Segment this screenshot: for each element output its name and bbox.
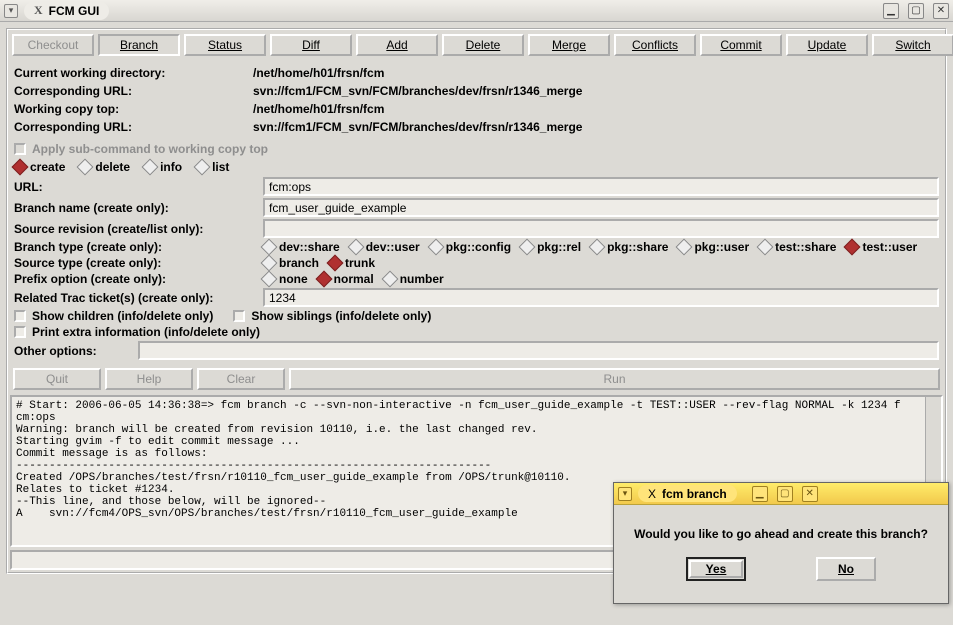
dialog-menu-button[interactable]: ▾ (618, 487, 632, 501)
show-children-label: Show children (info/delete only) (32, 309, 213, 323)
mode-info-radio[interactable] (142, 159, 159, 176)
mode-delete-radio[interactable] (77, 159, 94, 176)
clear-button[interactable]: Clear (197, 368, 285, 390)
bname-label: Branch name (create only): (14, 201, 259, 215)
stype-trunk-radio[interactable] (327, 255, 344, 272)
add-button[interactable]: Add (356, 34, 438, 56)
commit-button[interactable]: Commit (700, 34, 782, 56)
prefix-number-radio[interactable] (381, 271, 398, 288)
url-label: URL: (14, 180, 259, 194)
btype-pkg-user-radio[interactable] (676, 239, 693, 256)
btype-label: Branch type (create only): (14, 240, 259, 254)
info-block: Current working directory:/net/home/h01/… (10, 62, 943, 140)
srcrev-input[interactable] (263, 219, 939, 238)
prefix-none-radio[interactable] (261, 271, 278, 288)
dialog-minimize-button[interactable]: ▁ (752, 486, 768, 502)
window-title: FCM GUI (49, 4, 100, 18)
btype-test-user-radio[interactable] (844, 239, 861, 256)
conflicts-button[interactable]: Conflicts (614, 34, 696, 56)
dialog-title: fcm branch (662, 487, 727, 501)
dialog-no-button[interactable]: No (816, 557, 876, 581)
other-label: Other options: (14, 344, 134, 358)
ticket-label: Related Trac ticket(s) (create only): (14, 291, 259, 305)
run-button[interactable]: Run (289, 368, 940, 390)
btype-test-share-radio[interactable] (757, 239, 774, 256)
checkout-button[interactable]: Checkout (12, 34, 94, 56)
mode-info-label: info (160, 160, 182, 174)
stype-branch-radio[interactable] (261, 255, 278, 272)
window-menu-button[interactable]: ▾ (4, 4, 18, 18)
dialog-maximize-button[interactable]: ▢ (777, 486, 793, 502)
btype-pkg-config-radio[interactable] (427, 239, 444, 256)
wct-value: /net/home/h01/frsn/fcm (253, 100, 384, 118)
dialog-close-button[interactable]: ✕ (802, 486, 818, 502)
url2-value: svn://fcm1/FCM_svn/FCM/branches/dev/frsn… (253, 118, 582, 136)
dialog-titlebar: ▾ X fcm branch ▁ ▢ ✕ (614, 483, 948, 505)
command-toolbar: Checkout Branch Status Diff Add Delete M… (10, 32, 943, 58)
mode-create-radio[interactable] (12, 159, 29, 176)
prefix-normal-radio[interactable] (315, 271, 332, 288)
cwd-value: /net/home/h01/frsn/fcm (253, 64, 384, 82)
confirm-dialog: ▾ X fcm branch ▁ ▢ ✕ Would you like to g… (613, 482, 949, 604)
mode-list-radio[interactable] (194, 159, 211, 176)
update-button[interactable]: Update (786, 34, 868, 56)
close-button[interactable]: ✕ (933, 3, 949, 19)
url1-value: svn://fcm1/FCM_svn/FCM/branches/dev/frsn… (253, 82, 582, 100)
btype-pkg-rel-radio[interactable] (519, 239, 536, 256)
window-titlebar: ▾ X FCM GUI ▁ ▢ ✕ (0, 0, 953, 22)
wct-label: Working copy top: (14, 100, 249, 118)
ticket-input[interactable] (263, 288, 939, 307)
branch-button[interactable]: Branch (98, 34, 180, 56)
url-input[interactable] (263, 177, 939, 196)
diff-button[interactable]: Diff (270, 34, 352, 56)
dialog-message: Would you like to go ahead and create th… (634, 527, 928, 541)
help-button[interactable]: Help (105, 368, 193, 390)
action-bar: Quit Help Clear Run (10, 365, 943, 393)
print-extra-label: Print extra information (info/delete onl… (32, 325, 260, 339)
url2-label: Corresponding URL: (14, 118, 249, 136)
mode-create-label: create (30, 160, 65, 174)
prefix-label: Prefix option (create only): (14, 272, 259, 286)
show-children-checkbox[interactable] (14, 310, 26, 322)
btype-dev-share-radio[interactable] (261, 239, 278, 256)
apply-sub-checkbox (14, 143, 26, 155)
mode-list-label: list (212, 160, 229, 174)
mode-delete-label: delete (95, 160, 130, 174)
quit-button[interactable]: Quit (13, 368, 101, 390)
delete-button[interactable]: Delete (442, 34, 524, 56)
maximize-button[interactable]: ▢ (908, 3, 924, 19)
print-extra-checkbox[interactable] (14, 326, 26, 338)
apply-sub-row: Apply sub-command to working copy top (10, 140, 943, 158)
switch-button[interactable]: Switch (872, 34, 953, 56)
dialog-yes-button[interactable]: Yes (686, 557, 746, 581)
minimize-button[interactable]: ▁ (883, 3, 899, 19)
bname-input[interactable] (263, 198, 939, 217)
merge-button[interactable]: Merge (528, 34, 610, 56)
app-x-icon: X (34, 3, 43, 18)
srcrev-label: Source revision (create/list only): (14, 222, 259, 236)
show-siblings-checkbox[interactable] (233, 310, 245, 322)
url1-label: Corresponding URL: (14, 82, 249, 100)
stype-label: Source type (create only): (14, 256, 259, 270)
btype-dev-user-radio[interactable] (347, 239, 364, 256)
dialog-yes-label: Yes (706, 562, 727, 576)
dialog-no-label: No (838, 562, 854, 576)
dialog-x-icon: X (648, 487, 656, 501)
other-input[interactable] (138, 341, 939, 360)
cwd-label: Current working directory: (14, 64, 249, 82)
apply-sub-label: Apply sub-command to working copy top (32, 142, 268, 156)
show-siblings-label: Show siblings (info/delete only) (251, 309, 431, 323)
mode-radio-row: create delete info list (10, 158, 943, 176)
btype-pkg-share-radio[interactable] (589, 239, 606, 256)
status-button[interactable]: Status (184, 34, 266, 56)
